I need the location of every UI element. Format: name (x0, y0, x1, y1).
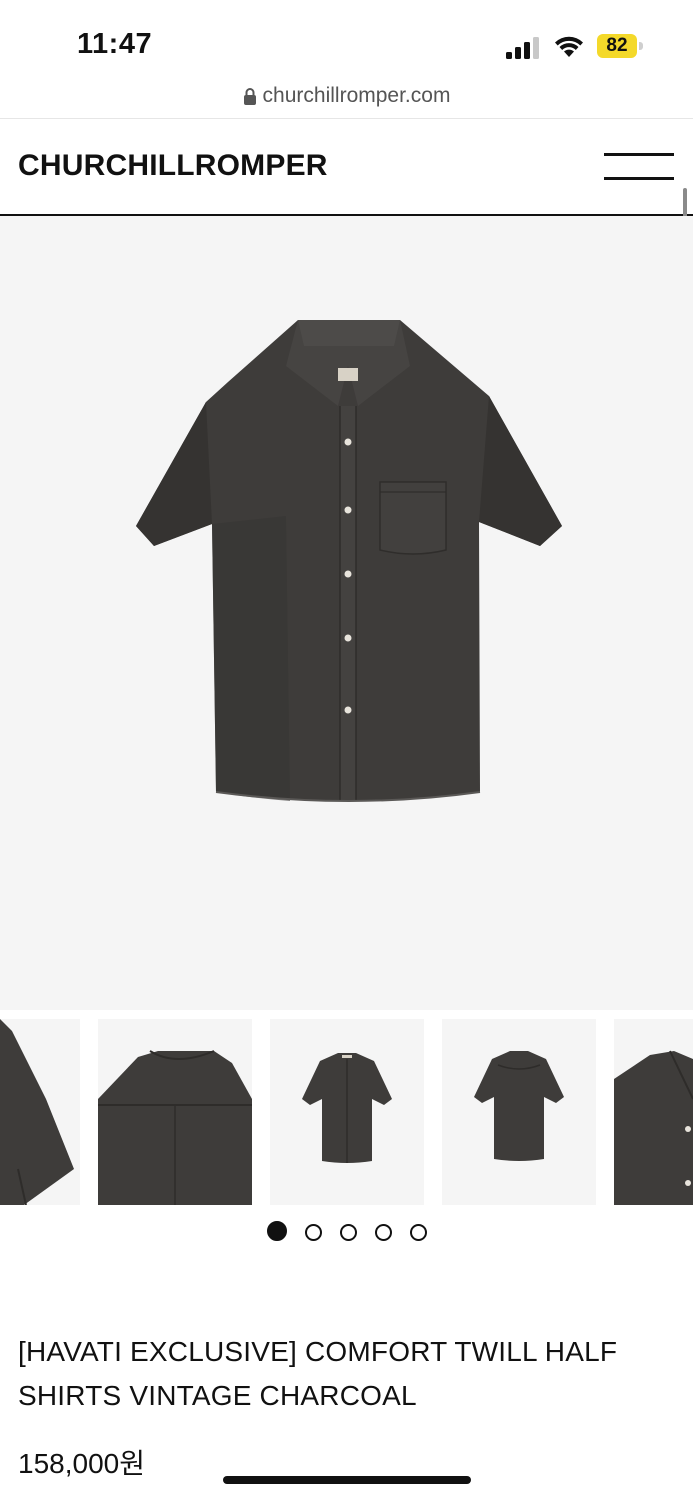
thumbnail-sleeve-detail[interactable] (0, 1019, 80, 1205)
cellular-signal-icon (506, 37, 539, 59)
home-indicator[interactable] (223, 1476, 471, 1484)
site-logo[interactable]: CHURCHILLROMPER (18, 149, 328, 183)
image-pagination (0, 1221, 693, 1245)
pagination-dot-1[interactable] (266, 1221, 287, 1241)
browser-url-bar[interactable]: churchillromper.com (0, 80, 693, 118)
lock-icon (243, 88, 256, 105)
thumbnail-strip[interactable] (0, 1019, 693, 1205)
status-bar: 11:47 82 (0, 0, 693, 80)
thumbnail-back-yoke-detail[interactable] (98, 1019, 252, 1205)
pagination-dot-3[interactable] (339, 1224, 357, 1241)
main-product-image[interactable] (0, 216, 693, 1010)
pagination-dot-2[interactable] (304, 1224, 322, 1241)
thumbnail-collar-detail[interactable] (614, 1019, 693, 1205)
url-text: churchillromper.com (262, 84, 451, 107)
battery-icon: 82 (597, 34, 643, 58)
thumbnail-back-full[interactable] (442, 1019, 596, 1205)
site-header: CHURCHILLROMPER (0, 119, 693, 215)
product-title: [HAVATI EXCLUSIVE] COMFORT TWILL HALF SH… (18, 1336, 618, 1411)
thumbnail-front-full[interactable] (270, 1019, 424, 1205)
shirt-front-illustration (136, 320, 562, 802)
status-time: 11:47 (77, 28, 153, 60)
hamburger-menu-icon[interactable] (600, 147, 678, 189)
battery-level: 82 (606, 35, 628, 56)
wifi-icon (555, 36, 583, 57)
product-price: 158,000원 (18, 1448, 145, 1479)
pagination-dot-4[interactable] (374, 1224, 392, 1241)
pagination-dot-5[interactable] (409, 1224, 427, 1241)
